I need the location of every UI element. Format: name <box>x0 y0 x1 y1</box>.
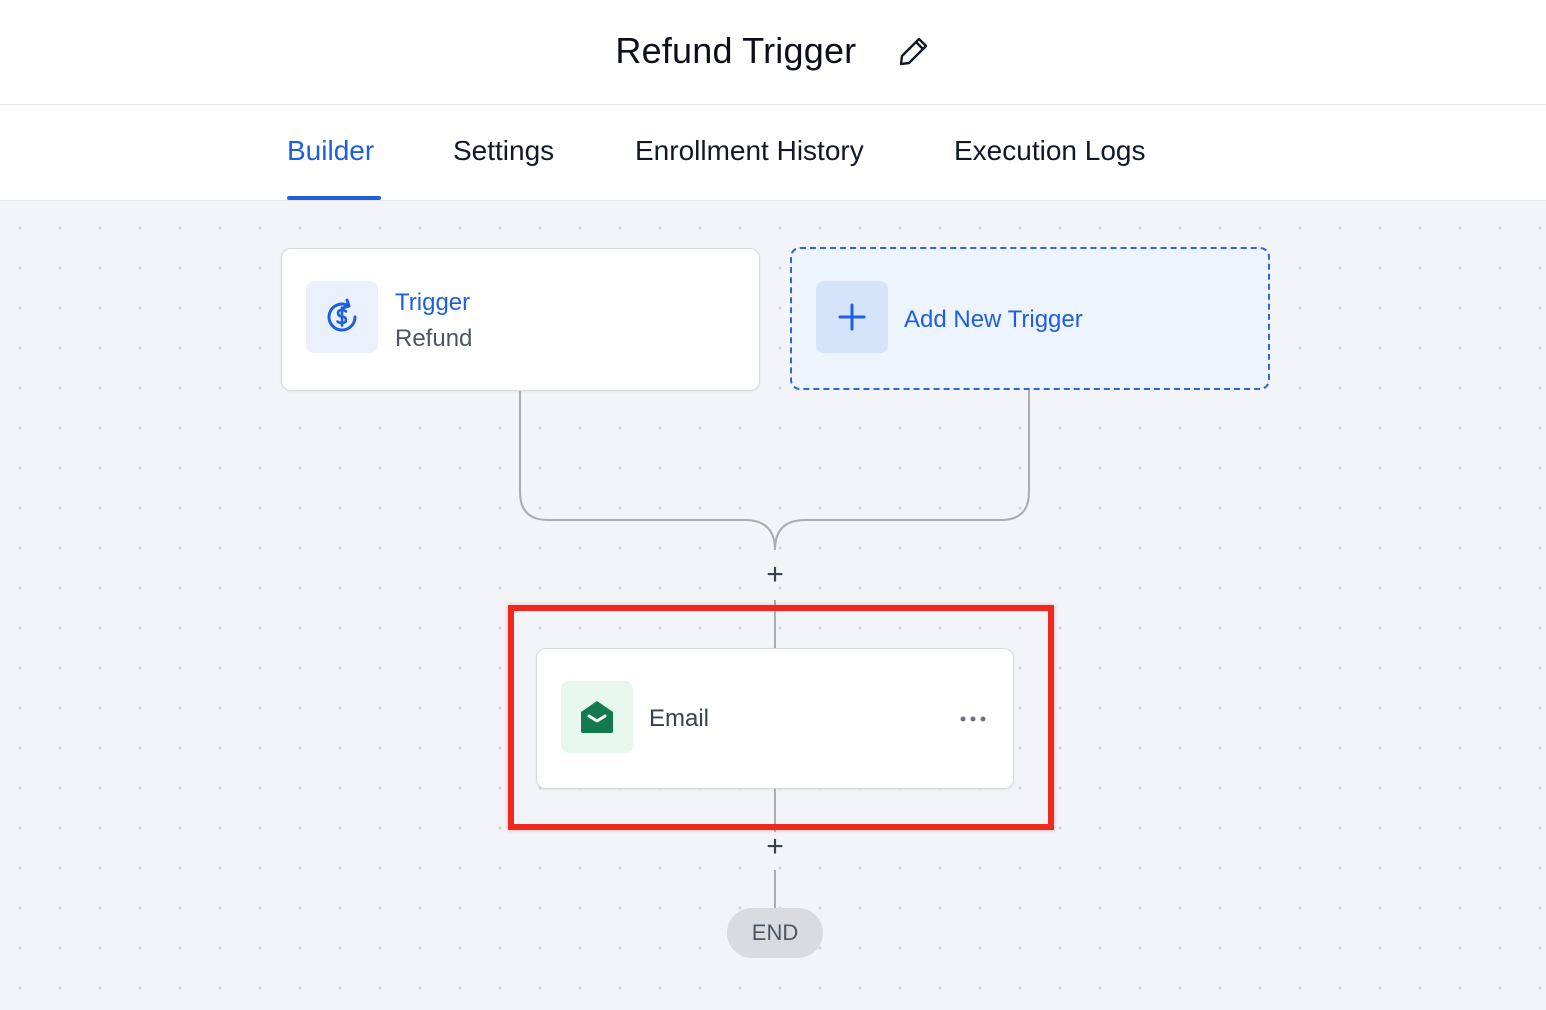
end-node: END <box>727 908 823 958</box>
add-new-trigger-button[interactable]: Add New Trigger <box>790 247 1270 390</box>
add-trigger-label: Add New Trigger <box>904 306 1083 333</box>
trigger-subtitle: Refund <box>395 325 473 352</box>
add-step-button[interactable]: + <box>760 832 790 862</box>
trigger-title: Trigger <box>395 289 471 316</box>
refund-dollar-icon <box>327 298 357 332</box>
plus-icon <box>838 303 866 331</box>
trigger-icon-box <box>306 281 378 353</box>
add-step-button[interactable]: + <box>760 560 790 590</box>
add-trigger-icon-box <box>816 281 888 353</box>
trigger-node[interactable]: Trigger Refund <box>281 248 760 391</box>
highlight-box <box>508 605 1054 830</box>
